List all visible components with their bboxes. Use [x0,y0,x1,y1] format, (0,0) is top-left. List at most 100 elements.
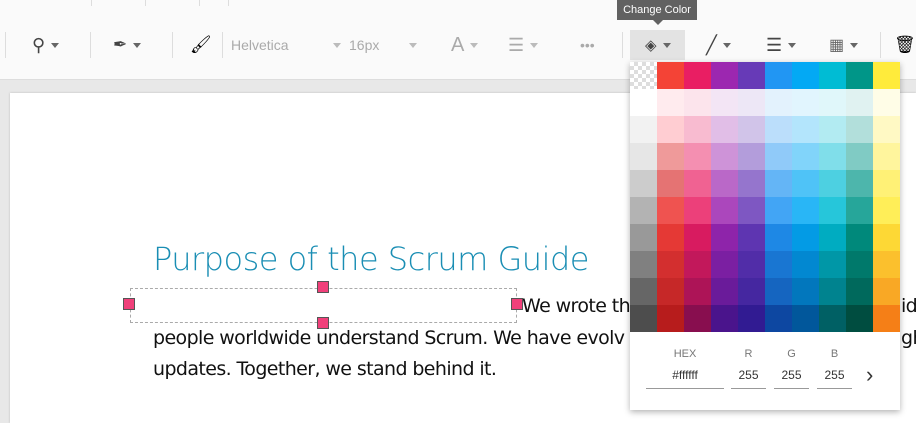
color-swatch[interactable] [630,224,657,251]
color-swatch[interactable] [657,62,684,89]
stamp-button[interactable]: ⚲ [32,30,60,60]
color-swatch[interactable] [711,89,738,116]
color-swatch[interactable] [873,224,900,251]
color-swatch[interactable] [792,305,819,332]
color-swatch[interactable] [657,116,684,143]
color-swatch[interactable] [846,278,873,305]
color-swatch[interactable] [765,305,792,332]
color-swatch[interactable] [819,251,846,278]
color-swatch[interactable] [630,197,657,224]
color-swatch[interactable] [819,278,846,305]
color-swatch[interactable] [819,62,846,89]
color-swatch[interactable] [684,224,711,251]
color-swatch[interactable] [873,143,900,170]
color-swatch[interactable] [711,116,738,143]
color-swatch[interactable] [630,89,657,116]
color-swatch[interactable] [738,143,765,170]
color-swatch[interactable] [792,197,819,224]
color-swatch[interactable] [711,278,738,305]
color-swatch[interactable] [873,251,900,278]
color-swatch[interactable] [630,305,657,332]
color-swatch[interactable] [792,278,819,305]
color-swatch[interactable] [792,62,819,89]
color-swatch[interactable] [684,305,711,332]
color-swatch[interactable] [873,62,900,89]
color-swatch[interactable] [819,224,846,251]
color-swatch[interactable] [819,170,846,197]
opacity-button[interactable]: ▦ [829,30,859,60]
color-swatch-transparent[interactable] [630,62,657,89]
color-swatch[interactable] [765,116,792,143]
more-button[interactable]: ••• [580,30,595,60]
color-swatch[interactable] [711,143,738,170]
color-swatch[interactable] [765,62,792,89]
color-swatch[interactable] [738,170,765,197]
color-swatch[interactable] [765,197,792,224]
color-swatch[interactable] [711,170,738,197]
align-button[interactable]: ☰ [508,30,539,60]
color-swatch[interactable] [657,305,684,332]
color-swatch[interactable] [684,89,711,116]
color-swatch[interactable] [792,116,819,143]
color-swatch[interactable] [738,62,765,89]
color-swatch[interactable] [792,251,819,278]
color-swatch[interactable] [657,170,684,197]
color-swatch[interactable] [657,224,684,251]
r-field[interactable]: R 255 [731,348,766,389]
color-swatch[interactable] [684,62,711,89]
color-swatch[interactable] [873,170,900,197]
color-swatch[interactable] [873,305,900,332]
fill-color-button[interactable]: ◈ [645,30,671,60]
color-swatch[interactable] [792,89,819,116]
b-input[interactable]: 255 [817,368,852,389]
color-swatch[interactable] [846,224,873,251]
color-swatch[interactable] [819,143,846,170]
hex-input[interactable]: #ffffff [646,368,724,389]
color-swatch[interactable] [738,278,765,305]
line-width-button[interactable]: ☰ [766,30,797,60]
color-swatch[interactable] [846,116,873,143]
color-swatch[interactable] [711,305,738,332]
resize-handle-top[interactable] [317,281,329,293]
color-swatch[interactable] [630,116,657,143]
color-swatch[interactable] [630,170,657,197]
color-swatch[interactable] [657,278,684,305]
color-swatch[interactable] [738,305,765,332]
color-swatch[interactable] [765,278,792,305]
color-swatch[interactable] [765,89,792,116]
color-swatch[interactable] [846,251,873,278]
color-swatch[interactable] [738,116,765,143]
brush-button[interactable]: 🖌 [190,30,212,60]
color-swatch[interactable] [657,143,684,170]
color-swatch[interactable] [765,251,792,278]
color-swatch[interactable] [819,197,846,224]
color-swatch[interactable] [738,197,765,224]
r-input[interactable]: 255 [731,368,766,389]
color-swatch[interactable] [657,251,684,278]
color-swatch[interactable] [711,251,738,278]
delete-button[interactable]: 🗑 [894,30,916,60]
color-swatch[interactable] [873,278,900,305]
color-swatch[interactable] [630,278,657,305]
color-swatch[interactable] [873,197,900,224]
color-swatch[interactable] [819,305,846,332]
signature-button[interactable]: ✒ [113,30,142,60]
color-swatch[interactable] [846,143,873,170]
color-swatch[interactable] [711,197,738,224]
color-swatch[interactable] [657,197,684,224]
resize-handle-right[interactable] [511,298,523,310]
color-swatch[interactable] [684,170,711,197]
color-swatch[interactable] [846,197,873,224]
color-swatch[interactable] [846,305,873,332]
color-swatch[interactable] [657,89,684,116]
color-swatch[interactable] [684,251,711,278]
color-swatch[interactable] [846,62,873,89]
color-swatch[interactable] [711,62,738,89]
resize-handle-bottom[interactable] [317,317,329,329]
color-swatch[interactable] [684,116,711,143]
color-swatch[interactable] [873,89,900,116]
color-swatch[interactable] [792,224,819,251]
color-swatch[interactable] [738,251,765,278]
color-swatch[interactable] [846,170,873,197]
color-swatch[interactable] [792,170,819,197]
